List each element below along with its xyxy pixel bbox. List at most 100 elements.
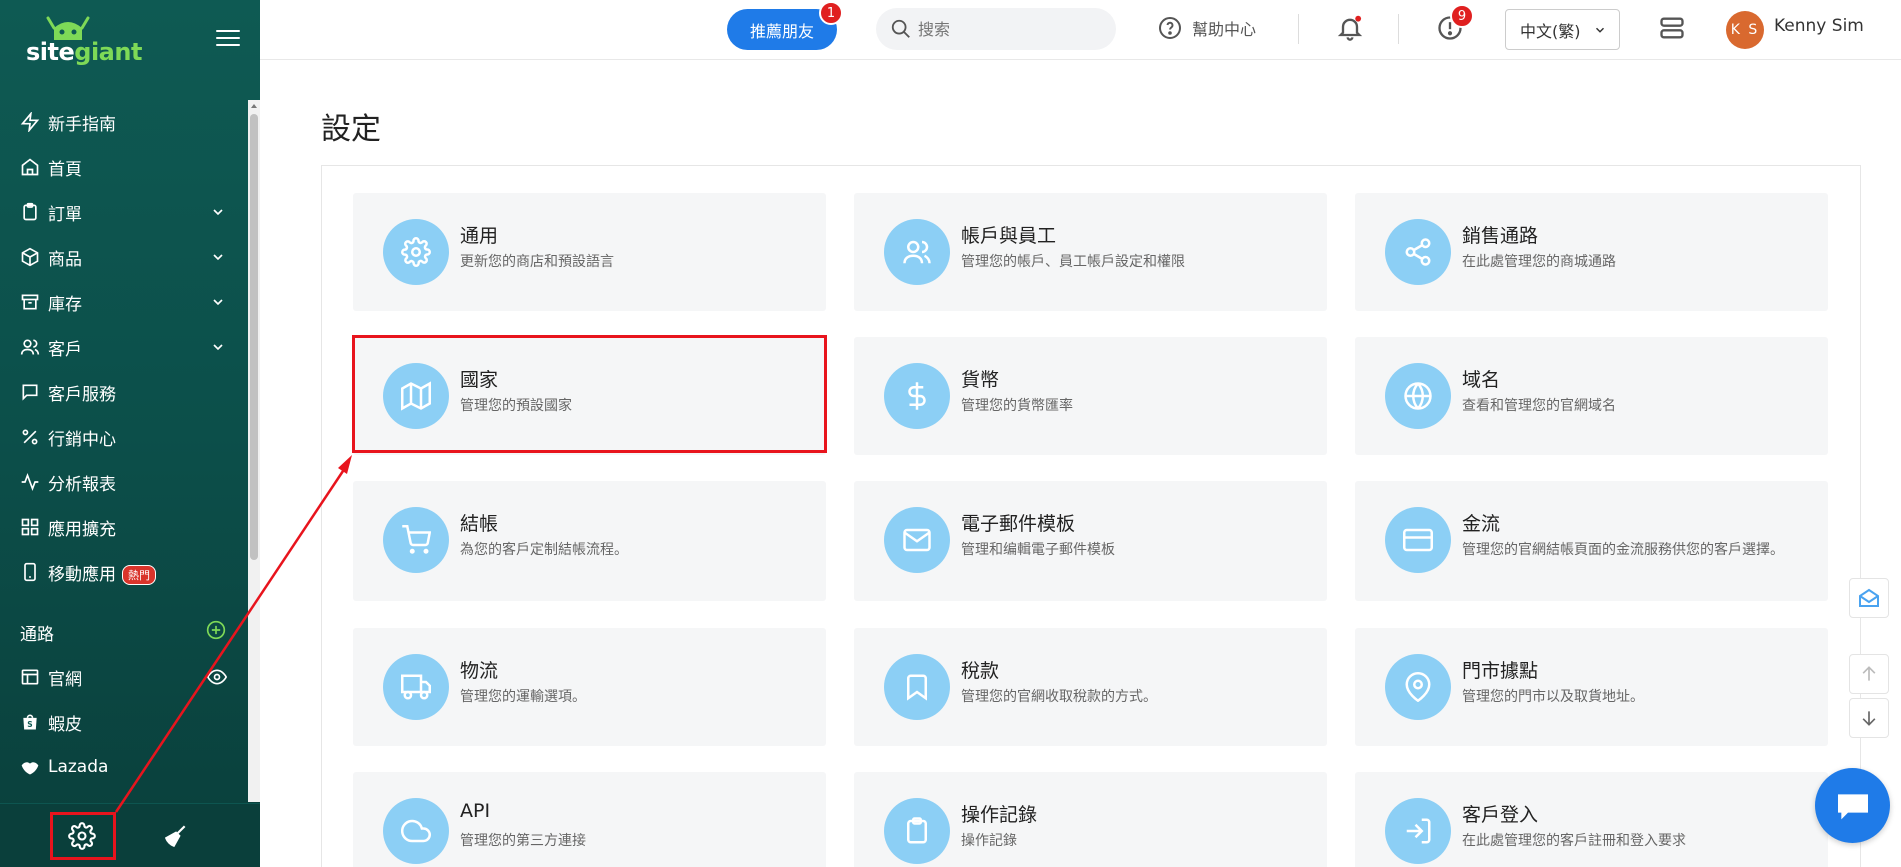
activity-icon [20, 472, 40, 492]
sidebar-item-customer-service[interactable]: 客戶服務 [0, 372, 248, 412]
scroll-top-button[interactable] [1849, 654, 1889, 694]
eye-icon[interactable] [206, 667, 228, 687]
mail-open-icon [1859, 588, 1879, 607]
sidebar-item-customers[interactable]: 客戶 [0, 327, 248, 367]
lazada-icon [20, 757, 40, 777]
help-center-link[interactable]: 幫助中心 [1158, 14, 1256, 42]
credit-card-icon [1403, 528, 1433, 552]
store-icon [20, 667, 40, 687]
search-icon [891, 19, 910, 38]
archive-icon [20, 292, 40, 312]
card-desc: 管理您的門市以及取貨地址。 [1462, 689, 1644, 705]
divider [1398, 14, 1399, 44]
card-desc: 管理您的第三方連接 [460, 833, 586, 849]
help-circle-icon [1159, 17, 1181, 39]
card-title: 物流 [460, 660, 499, 682]
add-channel-icon[interactable] [206, 620, 226, 640]
sidebar-bottom-bar [0, 803, 260, 867]
server-icon[interactable] [1658, 14, 1686, 42]
scroll-bottom-button[interactable] [1849, 698, 1889, 738]
card-desc: 管理您的預設國家 [460, 398, 572, 414]
clean-cache-button[interactable] [158, 818, 194, 854]
bell-icon[interactable] [1336, 14, 1364, 42]
chevron-down-icon [213, 344, 223, 351]
sidebar-scrollbar[interactable] [248, 100, 260, 802]
settings-button[interactable] [64, 818, 100, 854]
sidebar-item-store[interactable]: 官網 [0, 657, 248, 697]
card-desc: 管理和编輯電子郵件模板 [961, 542, 1115, 558]
sidebar-item-shopee[interactable]: S 蝦皮 [0, 702, 248, 742]
card-desc: 管理您的官網收取稅款的方式。 [961, 689, 1157, 705]
truck-icon [401, 674, 431, 700]
settings-card-domain[interactable]: 域名 查看和管理您的官網域名 [1355, 337, 1828, 455]
message-button[interactable] [1849, 578, 1889, 618]
arrow-down-icon [1862, 711, 1876, 726]
language-value: 中文(繁) [1520, 21, 1581, 41]
sidebar-item-label: 移動應用 [48, 564, 116, 585]
dollar-icon [908, 382, 926, 410]
card-title: 帳戶與員工 [961, 225, 1057, 247]
sidebar-item-inventory[interactable]: 庫存 [0, 282, 248, 322]
settings-card-sales-channels[interactable]: 銷售通路 在此處管理您的商城通路 [1355, 193, 1828, 311]
card-title: 銷售通路 [1462, 225, 1539, 247]
user-name[interactable]: Kenny Sim [1774, 16, 1864, 36]
settings-card-activity-log[interactable]: 操作記錄 操作記錄 [854, 772, 1327, 867]
scroll-thumb[interactable] [250, 114, 258, 560]
cart-icon [402, 525, 431, 554]
bookmark-icon [907, 674, 927, 701]
menu-toggle-icon[interactable] [216, 30, 240, 50]
settings-card-currency[interactable]: 貨幣 管理您的貨幣匯率 [854, 337, 1327, 455]
card-title: API [460, 800, 491, 822]
settings-card-email-templates[interactable]: 電子郵件模板 管理和编輯電子郵件模板 [854, 481, 1327, 601]
svg-text:S: S [27, 720, 32, 729]
avatar[interactable]: K S [1726, 11, 1764, 49]
clipboard-icon [907, 817, 927, 844]
sidebar-item-marketing[interactable]: 行銷中心 [0, 417, 248, 457]
language-select[interactable]: 中文(繁) [1505, 9, 1620, 50]
percent-icon [20, 427, 40, 447]
logo-area: sitegiant [0, 0, 260, 100]
refer-badge: 1 [819, 1, 843, 25]
pin-icon [1405, 672, 1431, 702]
chat-icon [20, 382, 40, 402]
settings-card-tax[interactable]: 稅款 管理您的官網收取稅款的方式。 [854, 628, 1327, 746]
login-icon [1406, 818, 1431, 844]
card-title: 電子郵件模板 [961, 513, 1076, 535]
card-desc: 查看和管理您的官網域名 [1462, 398, 1616, 414]
sidebar-item-apps[interactable]: 應用擴充 [0, 507, 248, 547]
live-chat-button[interactable] [1815, 768, 1890, 843]
card-title: 國家 [460, 369, 499, 391]
sidebar-item-lazada[interactable]: Lazada [0, 747, 248, 787]
sidebar-item-guide[interactable]: 新手指南 [0, 102, 248, 142]
card-title: 操作記錄 [961, 804, 1038, 826]
scroll-up-arrow-icon[interactable] [250, 102, 258, 110]
settings-card-country[interactable]: 國家 管理您的預設國家 [353, 337, 826, 455]
arrow-up-icon [1862, 666, 1876, 681]
sidebar-item-analytics[interactable]: 分析報表 [0, 462, 248, 502]
card-title: 貨幣 [961, 369, 1000, 391]
settings-card-accounts[interactable]: 帳戶與員工 管理您的帳戶、員工帳戶設定和權限 [854, 193, 1327, 311]
chevron-down-icon [213, 299, 223, 306]
settings-card-api[interactable]: API 管理您的第三方連接 [353, 772, 826, 867]
settings-card-general[interactable]: 通用 更新您的商店和預設語言 [353, 193, 826, 311]
sidebar: sitegiant 新手指南 首頁 訂單 商品 庫存 客戶 客戶服務 行銷中心 … [0, 0, 260, 867]
search-input[interactable] [918, 16, 1098, 42]
chevron-down-icon [213, 254, 223, 261]
card-desc: 管理您的帳戶、員工帳戶設定和權限 [961, 254, 1185, 270]
settings-card-checkout[interactable]: 結帳 為您的客戶定制結帳流程。 [353, 481, 826, 601]
sidebar-item-orders[interactable]: 訂單 [0, 192, 248, 232]
settings-card-store-locations[interactable]: 門市據點 管理您的門市以及取貨地址。 [1355, 628, 1828, 746]
chat-icon [1837, 793, 1868, 819]
home-icon [20, 157, 40, 177]
sidebar-item-mobile-app[interactable]: 移動應用 熱門 [0, 552, 248, 592]
card-desc: 為您的客戶定制結帳流程。 [460, 542, 628, 558]
settings-card-payments[interactable]: 金流 管理您的官網結帳頁面的金流服務供您的客戶選擇。 [1355, 481, 1828, 601]
settings-card-customer-login[interactable]: 客戶登入 在此處管理您的客戶註冊和登入要求 [1355, 772, 1828, 867]
divider [1298, 14, 1299, 44]
alert-badge: 9 [1450, 4, 1474, 28]
search-box [876, 8, 1116, 50]
sidebar-item-products[interactable]: 商品 [0, 237, 248, 277]
logo[interactable]: sitegiant [26, 38, 142, 66]
settings-card-logistics[interactable]: 物流 管理您的運輸選項。 [353, 628, 826, 746]
sidebar-item-home[interactable]: 首頁 [0, 147, 248, 187]
